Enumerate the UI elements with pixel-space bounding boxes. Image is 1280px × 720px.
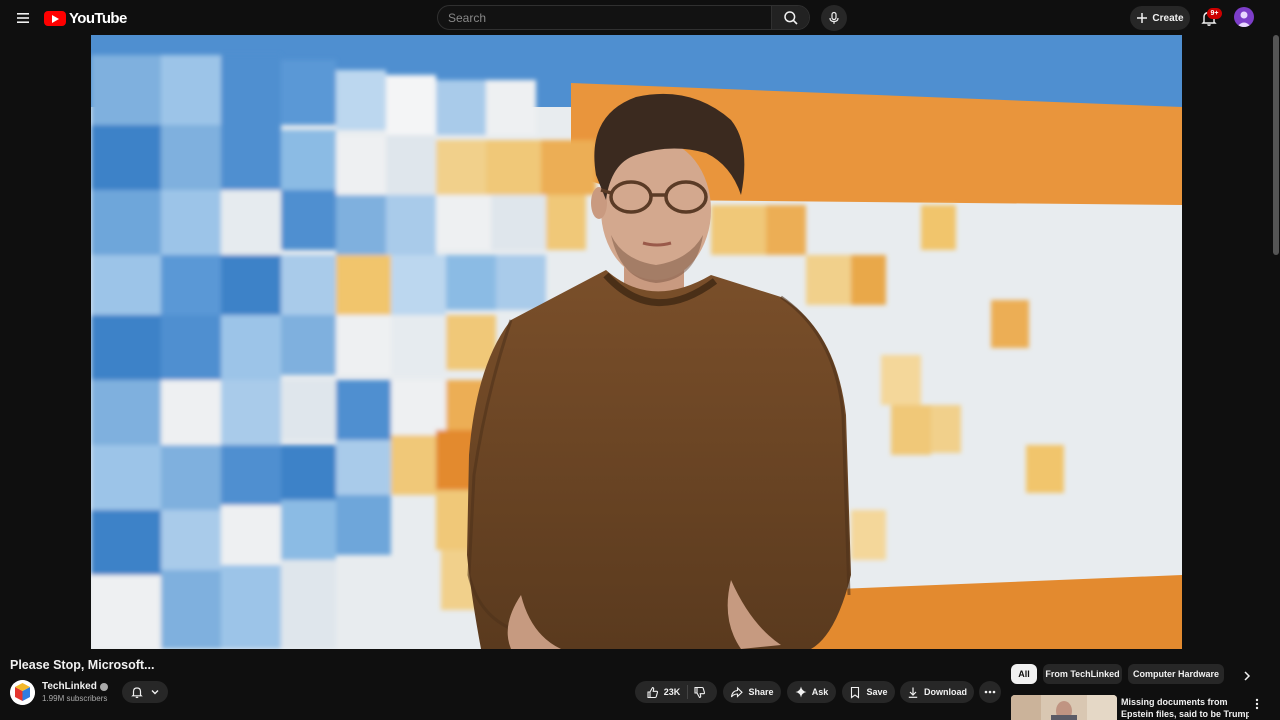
search-box xyxy=(437,5,810,30)
like-button[interactable]: 23K xyxy=(646,685,689,699)
download-button[interactable]: Download xyxy=(900,681,974,703)
chips-next-button[interactable] xyxy=(1238,667,1256,685)
chip-from-techlinked[interactable]: From TechLinked xyxy=(1043,664,1122,684)
channel-name-link[interactable]: TechLinked xyxy=(42,681,108,692)
youtube-logo[interactable]: YouTube xyxy=(44,9,127,27)
channel-name: TechLinked xyxy=(42,681,97,692)
like-dislike-group: 23K xyxy=(635,681,717,703)
like-count: 23K xyxy=(663,687,681,697)
notification-bell-dropdown[interactable] xyxy=(122,681,168,703)
microphone-icon xyxy=(829,11,839,24)
share-label: Share xyxy=(748,687,774,697)
rec-title-line2: Epstein files, said to be Trump... xyxy=(1121,709,1249,719)
video-player[interactable] xyxy=(91,35,1182,649)
share-button[interactable]: Share xyxy=(723,681,781,703)
more-horizontal-icon xyxy=(984,690,996,694)
chip-all[interactable]: All xyxy=(1011,664,1037,684)
share-arrow-icon xyxy=(731,686,744,698)
chevron-down-icon xyxy=(151,690,159,695)
create-button[interactable]: Create xyxy=(1130,6,1190,30)
video-frame xyxy=(91,35,1182,649)
hamburger-menu-icon[interactable] xyxy=(12,7,34,29)
subscriber-count: 1.99M subscribers xyxy=(42,694,108,703)
chip-computer-hardware[interactable]: Computer Hardware xyxy=(1128,664,1224,684)
voice-search-button[interactable] xyxy=(821,5,847,31)
youtube-play-icon xyxy=(44,10,66,26)
recommended-video-thumbnail[interactable] xyxy=(1011,695,1117,720)
download-icon xyxy=(908,687,918,698)
sparkle-icon xyxy=(795,686,807,698)
thumbs-down-icon[interactable] xyxy=(693,686,706,699)
search-icon xyxy=(783,10,798,25)
logo-text: YouTube xyxy=(69,9,127,27)
search-button[interactable] xyxy=(771,6,809,29)
chevron-right-icon xyxy=(1244,671,1251,681)
thumbs-up-icon xyxy=(647,686,658,698)
ask-label: Ask xyxy=(811,687,829,697)
recommended-video-title[interactable]: Missing documents from Epstein files, sa… xyxy=(1121,696,1249,720)
create-label: Create xyxy=(1152,12,1184,24)
more-actions-button[interactable] xyxy=(979,681,1001,703)
recommended-video-menu[interactable] xyxy=(1252,697,1262,711)
techlinked-logo-icon xyxy=(10,680,35,705)
top-header: YouTube Create 9+ xyxy=(0,0,1280,35)
page-scrollbar[interactable] xyxy=(1273,35,1279,255)
save-button[interactable]: Save xyxy=(842,681,895,703)
bookmark-icon xyxy=(851,686,860,699)
search-input[interactable] xyxy=(438,6,772,29)
more-vertical-icon xyxy=(1255,698,1259,710)
notification-count-badge: 9+ xyxy=(1207,8,1222,19)
download-label: Download xyxy=(924,687,967,697)
thumbnail-image xyxy=(1011,695,1117,720)
account-avatar[interactable] xyxy=(1234,7,1254,27)
save-label: Save xyxy=(866,687,888,697)
verified-check-icon xyxy=(99,682,108,691)
bell-icon xyxy=(131,687,143,699)
ask-button[interactable]: Ask xyxy=(787,681,836,703)
video-title: Please Stop, Microsoft... xyxy=(10,658,155,672)
channel-avatar[interactable] xyxy=(10,680,35,705)
rec-title-line1: Missing documents from xyxy=(1121,697,1228,707)
plus-icon xyxy=(1137,13,1148,23)
